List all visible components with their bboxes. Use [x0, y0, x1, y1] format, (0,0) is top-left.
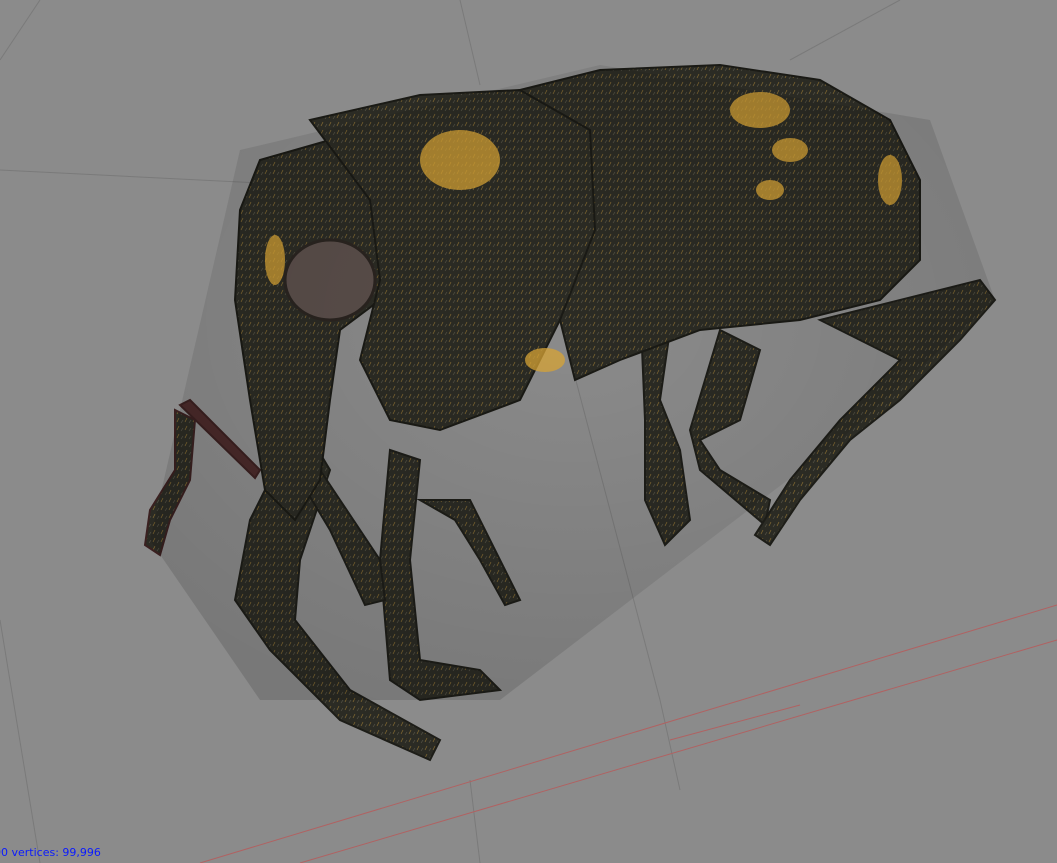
3d-viewport[interactable]: 00 vertices: 99,996 [0, 0, 1057, 863]
weevil-model[interactable] [143, 63, 997, 762]
vertex-count-label: 00 vertices: 99,996 [0, 846, 101, 859]
viewport-canvas[interactable] [0, 0, 1057, 863]
model-shading [150, 65, 995, 700]
